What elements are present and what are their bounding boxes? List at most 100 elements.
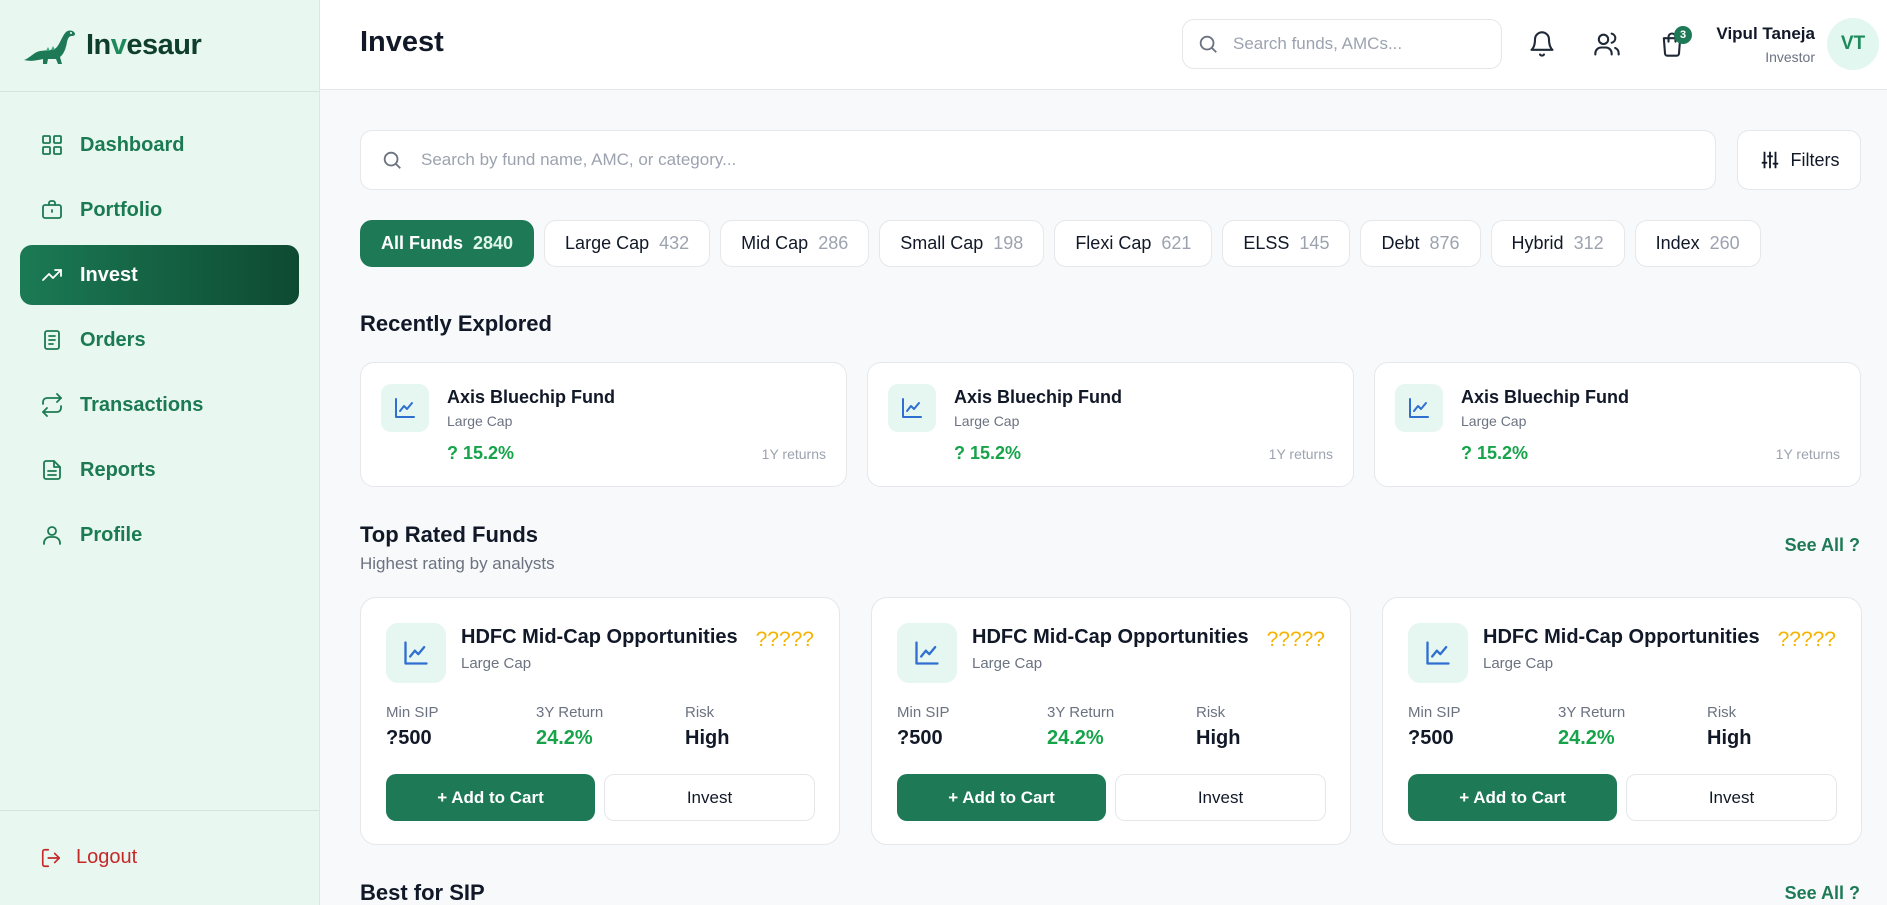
best-for-sip-title: Best for SIP [360,880,485,905]
chip-count: 2840 [473,233,514,253]
fund-returns-label: 1Y returns [761,446,826,462]
avatar[interactable]: VT [1827,18,1879,70]
fund-name: Axis Bluechip Fund [447,387,616,407]
fund-returns: ? 15.2% [447,443,515,463]
chip-count: 312 [1573,233,1604,253]
chip-count: 621 [1161,233,1192,253]
fund-search-input[interactable] [421,150,1701,170]
sidebar-item-label: Invest [80,263,138,286]
fund-category: Large Cap [461,655,532,672]
top-rated-fund-card: HDFC Mid-Cap Opportunities Large Cap ???… [1382,597,1862,845]
rating-stars: ????? [755,628,814,651]
chip-label: Index [1655,233,1700,253]
recent-fund-card[interactable]: Axis Bluechip Fund Large Cap ? 15.2% 1Y … [360,362,847,487]
chart-line-icon [1426,641,1450,665]
chip-label: Flexi Cap [1075,233,1152,253]
fund-search[interactable] [360,130,1716,190]
chip-index[interactable]: Index 260 [1634,220,1761,267]
logout-icon [41,848,61,867]
chip-mid-cap[interactable]: Mid Cap 286 [720,220,870,267]
top-rated-see-all-link[interactable]: See All ? [1785,535,1860,556]
risk-value: High [685,727,730,749]
sidebar-item-portfolio[interactable]: Portfolio [20,180,299,240]
community-button[interactable] [1593,30,1621,58]
fund-returns-label: 1Y returns [1268,446,1333,462]
chip-hybrid[interactable]: Hybrid 312 [1490,220,1625,267]
add-to-cart-button[interactable]: + Add to Cart [386,774,595,821]
fund-name[interactable]: HDFC Mid-Cap Opportunities [972,626,1249,649]
header-search-input[interactable] [1233,34,1483,54]
arrows-cycle-icon [42,393,62,417]
fund-icon-wrap [1408,623,1468,683]
sidebar-item-reports[interactable]: Reports [20,440,299,500]
chip-all-funds[interactable]: All Funds 2840 [360,220,535,267]
chip-small-cap[interactable]: Small Cap 198 [879,220,1045,267]
sidebar-item-dashboard[interactable]: Dashboard [20,115,299,175]
page-title: Invest [360,26,444,58]
invest-button[interactable]: Invest [604,774,815,821]
logout-label: Logout [76,846,138,868]
fund-returns-label: 1Y returns [1775,446,1840,462]
top-header: Invest 3 Vipul Taneja Investor VT [320,0,1887,90]
fund-icon-wrap [1395,384,1443,432]
min-sip-label: Min SIP [897,704,950,721]
risk-label: Risk [1707,704,1737,721]
return-label: 3Y Return [1558,704,1626,721]
add-to-cart-button[interactable]: + Add to Cart [897,774,1106,821]
sidebar-item-label: Portfolio [80,198,163,221]
brand-logo[interactable]: Invesaur [0,0,319,92]
min-sip-value: ?500 [1408,727,1454,749]
filters-button[interactable]: Filters [1737,130,1861,190]
sidebar-item-transactions[interactable]: Transactions [20,375,299,435]
chip-large-cap[interactable]: Large Cap 432 [544,220,711,267]
sliders-icon [1761,151,1778,169]
return-label: 3Y Return [1047,704,1115,721]
user-name: Vipul Taneja [1716,24,1815,43]
logout-button[interactable]: Logout [40,846,137,869]
chip-count: 145 [1299,233,1330,253]
chip-flexi-cap[interactable]: Flexi Cap 621 [1054,220,1213,267]
sidebar-item-orders[interactable]: Orders [20,310,299,370]
fund-category: Large Cap [972,655,1043,672]
users-icon [1594,32,1620,56]
min-sip-value: ?500 [897,727,943,749]
recent-fund-card[interactable]: Axis Bluechip Fund Large Cap ? 15.2% 1Y … [867,362,1354,487]
sidebar-footer: Logout [0,810,319,905]
min-sip-value: ?500 [386,727,432,749]
best-for-sip-see-all-link[interactable]: See All ? [1785,883,1860,904]
chip-label: Mid Cap [741,233,809,253]
sidebar-item-invest[interactable]: Invest [20,245,299,305]
return-label: 3Y Return [536,704,604,721]
dinosaur-logo-icon [24,30,76,64]
add-to-cart-button[interactable]: + Add to Cart [1408,774,1617,821]
risk-label: Risk [1196,704,1226,721]
chip-count: 198 [993,233,1024,253]
recent-fund-card[interactable]: Axis Bluechip Fund Large Cap ? 15.2% 1Y … [1374,362,1861,487]
fund-returns: ? 15.2% [954,443,1022,463]
trending-up-icon [42,269,62,281]
top-rated-title: Top Rated Funds [360,522,539,547]
chip-count: 260 [1709,233,1740,253]
sidebar-item-profile[interactable]: Profile [20,505,299,565]
sidebar-item-label: Transactions [80,393,204,416]
fund-name[interactable]: HDFC Mid-Cap Opportunities [461,626,738,649]
brand-name: Invesaur [86,29,202,61]
document-icon [43,460,61,480]
notifications-button[interactable] [1528,30,1556,58]
chip-elss[interactable]: ELSS 145 [1222,220,1351,267]
chip-debt[interactable]: Debt 876 [1360,220,1481,267]
fund-name[interactable]: HDFC Mid-Cap Opportunities [1483,626,1760,649]
header-search[interactable] [1182,19,1502,69]
fund-icon-wrap [381,384,429,432]
fund-icon-wrap [386,623,446,683]
invest-button[interactable]: Invest [1626,774,1837,821]
top-rated-list: HDFC Mid-Cap Opportunities Large Cap ???… [360,597,1862,845]
chart-line-icon [404,641,428,665]
invest-button[interactable]: Invest [1115,774,1326,821]
cart-button[interactable]: 3 [1658,26,1692,58]
min-sip-label: Min SIP [1408,704,1461,721]
fund-name: Axis Bluechip Fund [1461,387,1630,407]
chart-line-icon [395,398,415,418]
recently-explored-list: Axis Bluechip Fund Large Cap ? 15.2% 1Y … [360,362,1861,487]
chip-count: 876 [1429,233,1460,253]
